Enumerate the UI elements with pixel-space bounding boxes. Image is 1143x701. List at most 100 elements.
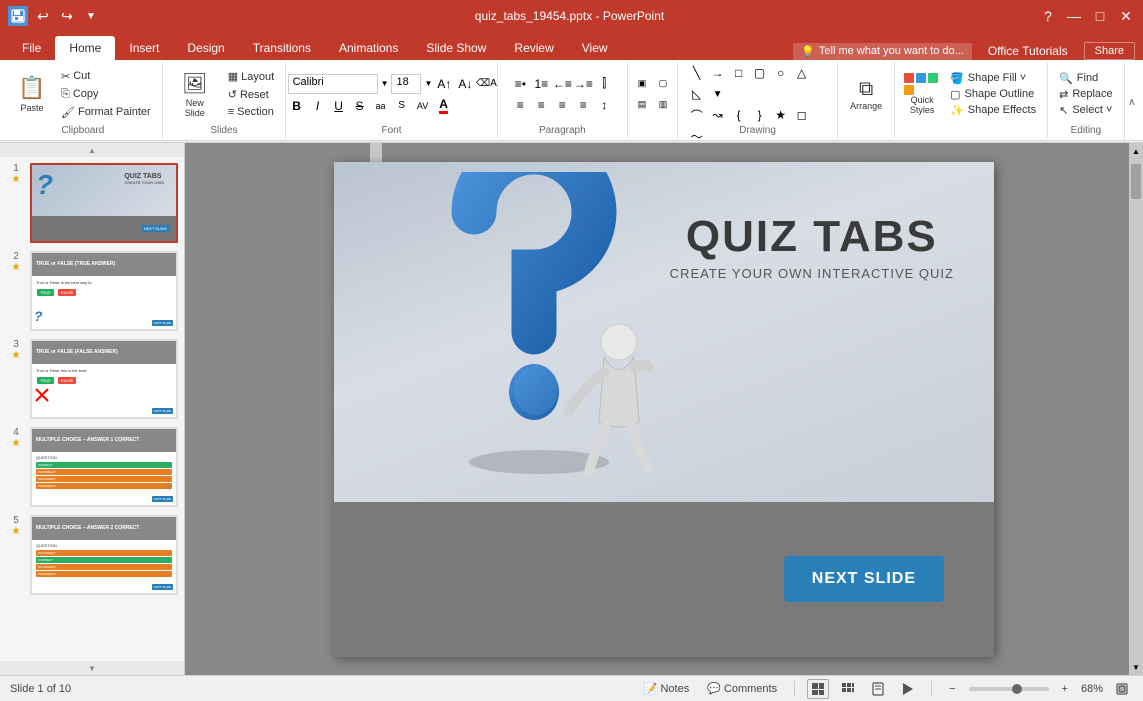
- slide-thumbnail-2[interactable]: TRUE or FALSE (TRUE ANSWER) True or Fals…: [30, 251, 178, 331]
- fit-slide-button[interactable]: [1111, 679, 1133, 699]
- align-left-button[interactable]: ≡: [511, 96, 529, 114]
- maximize-button[interactable]: □: [1091, 7, 1109, 25]
- line-spacing-button[interactable]: ↕: [595, 96, 613, 114]
- office-tutorials-link[interactable]: Office Tutorials: [980, 42, 1076, 60]
- strikethrough-button[interactable]: S: [351, 97, 369, 115]
- notes-button[interactable]: 📝 Notes: [639, 681, 694, 696]
- share-button[interactable]: Share: [1084, 42, 1135, 60]
- line-tool[interactable]: ╲: [688, 64, 706, 82]
- align-center-button[interactable]: ≡: [532, 96, 550, 114]
- curved-arrow-tool[interactable]: ↝: [709, 106, 727, 124]
- layout-tool-1[interactable]: ▣: [633, 75, 651, 93]
- underline-button[interactable]: U: [330, 97, 348, 115]
- zoom-in-button[interactable]: +: [1057, 682, 1073, 696]
- normal-view-button[interactable]: [807, 679, 829, 699]
- slide-thumbnail-3[interactable]: TRUE or FALSE (FALSE ANSWER) True or Fal…: [30, 339, 178, 419]
- tab-insert[interactable]: Insert: [115, 36, 173, 60]
- decrease-indent-button[interactable]: ←≡: [553, 75, 571, 93]
- shape-effects-button[interactable]: ✨ Shape Effects: [945, 103, 1041, 118]
- find-button[interactable]: 🔍 Find: [1054, 71, 1118, 86]
- shadow-button[interactable]: S: [393, 97, 411, 115]
- justify-button[interactable]: ≡: [574, 96, 592, 114]
- cut-button[interactable]: ✂ Cut: [56, 68, 156, 85]
- zoom-slider[interactable]: [969, 687, 1049, 691]
- shape-fill-button[interactable]: 🪣 Shape Fill ˅: [945, 71, 1041, 86]
- clear-format-button[interactable]: ⌫A: [477, 75, 495, 93]
- copy-button[interactable]: ⎘ Copy: [56, 86, 156, 103]
- slide-thumb-3[interactable]: 3 ★ TRUE or FALSE (FALSE ANSWER) True or…: [6, 339, 178, 419]
- reset-button[interactable]: ↺ Reset: [223, 86, 279, 103]
- slideshow-view-button[interactable]: [897, 679, 919, 699]
- slide-panel-scroll-bottom[interactable]: ▼: [0, 661, 184, 675]
- ribbon-collapse-button[interactable]: ∧: [1124, 62, 1139, 142]
- tab-slideshow[interactable]: Slide Show: [412, 36, 500, 60]
- bracket-tool[interactable]: {: [730, 106, 748, 124]
- rect-tool[interactable]: □: [730, 64, 748, 82]
- triangle-tool[interactable]: △: [793, 64, 811, 82]
- columns-button[interactable]: ⫿: [595, 75, 613, 93]
- next-slide-button[interactable]: NEXT SLIDE: [784, 556, 944, 602]
- minimize-button[interactable]: —: [1065, 7, 1083, 25]
- tab-transitions[interactable]: Transitions: [239, 36, 325, 60]
- slide-scroll-area[interactable]: 1 ★ ? QUIZ TABS CREATE YOUR OWN NEXT SLI…: [0, 157, 184, 661]
- font-size-dropdown-icon[interactable]: ▼: [424, 79, 432, 88]
- customize-qat-button[interactable]: ▼: [82, 7, 100, 25]
- save-button[interactable]: [8, 6, 28, 26]
- oval-tool[interactable]: ○: [772, 64, 790, 82]
- shape-outline-button[interactable]: ▢ Shape Outline: [945, 87, 1041, 102]
- new-slide-button[interactable]: 🖼 New Slide: [169, 64, 221, 124]
- slide-thumbnail-1[interactable]: ? QUIZ TABS CREATE YOUR OWN NEXT SLIDE: [30, 163, 178, 243]
- layout-tool-2[interactable]: ▢: [654, 75, 672, 93]
- small-caps-button[interactable]: aa: [372, 97, 390, 115]
- brace-tool[interactable]: }: [751, 106, 769, 124]
- redo-button[interactable]: ↪: [58, 7, 76, 25]
- slide-thumb-4[interactable]: 4 ★ MULTIPLE CHOICE – ANSWER 1 CORRECT Q…: [6, 427, 178, 507]
- tell-me-input[interactable]: 💡 Tell me what you want to do...: [793, 43, 972, 60]
- slide-thumb-2[interactable]: 2 ★ TRUE or FALSE (TRUE ANSWER) True or …: [6, 251, 178, 331]
- slide-thumbnail-5[interactable]: MULTIPLE CHOICE – ANSWER 2 CORRECT QUEST…: [30, 515, 178, 595]
- italic-button[interactable]: I: [309, 97, 327, 115]
- callout-tool[interactable]: ◻: [793, 106, 811, 124]
- help-icon[interactable]: ?: [1039, 7, 1057, 25]
- tab-design[interactable]: Design: [173, 36, 238, 60]
- font-name-dropdown-icon[interactable]: ▼: [381, 79, 389, 88]
- zoom-out-button[interactable]: −: [944, 682, 960, 696]
- font-color-button[interactable]: A: [435, 97, 453, 115]
- decrease-font-button[interactable]: A↓: [456, 75, 474, 93]
- align-right-button[interactable]: ≡: [553, 96, 571, 114]
- comments-button[interactable]: 💬 Comments: [702, 681, 782, 696]
- quick-styles-button[interactable]: Quick Styles: [901, 64, 943, 124]
- arrow-tool[interactable]: →: [709, 64, 727, 82]
- slide-thumb-1[interactable]: 1 ★ ? QUIZ TABS CREATE YOUR OWN NEXT SLI…: [6, 163, 178, 243]
- tab-home[interactable]: Home: [55, 36, 115, 60]
- arrange-button[interactable]: ⧉ Arrange: [844, 64, 888, 124]
- font-size-box[interactable]: 18: [391, 74, 421, 94]
- layout-tool-4[interactable]: ▥: [654, 96, 672, 114]
- slide-panel-scroll-top[interactable]: ▲: [0, 143, 184, 157]
- slide-thumb-5[interactable]: 5 ★ MULTIPLE CHOICE – ANSWER 2 CORRECT Q…: [6, 515, 178, 595]
- slide-sorter-button[interactable]: [837, 679, 859, 699]
- section-button[interactable]: ≡ Section: [223, 104, 279, 120]
- font-name-box[interactable]: Calibri: [288, 74, 378, 94]
- close-button[interactable]: ✕: [1117, 7, 1135, 25]
- bold-button[interactable]: B: [288, 97, 306, 115]
- bullets-button[interactable]: ≡•: [511, 75, 529, 93]
- reading-view-button[interactable]: [867, 679, 889, 699]
- zoom-slider-thumb[interactable]: [1012, 684, 1022, 694]
- right-scrollbar[interactable]: ▲ ▼: [1129, 143, 1143, 675]
- undo-button[interactable]: ↩: [34, 7, 52, 25]
- tab-animations[interactable]: Animations: [325, 36, 412, 60]
- select-button[interactable]: ↖ Select ˅: [1054, 103, 1118, 118]
- layout-tool-3[interactable]: ▤: [633, 96, 651, 114]
- paste-button[interactable]: 📋 Paste: [10, 64, 54, 124]
- right-triangle-tool[interactable]: ◺: [688, 85, 706, 103]
- increase-indent-button[interactable]: →≡: [574, 75, 592, 93]
- curved-line-tool[interactable]: ⌒: [688, 106, 706, 124]
- scroll-down-arrow[interactable]: ▼: [1132, 659, 1140, 675]
- numbering-button[interactable]: 1≡: [532, 75, 550, 93]
- scroll-up-arrow[interactable]: ▲: [1132, 143, 1140, 159]
- star-tool[interactable]: ★: [772, 106, 790, 124]
- tab-file[interactable]: File: [8, 36, 55, 60]
- rounded-rect-tool[interactable]: ▢: [751, 64, 769, 82]
- format-painter-button[interactable]: 🖌 Format Painter: [56, 104, 156, 121]
